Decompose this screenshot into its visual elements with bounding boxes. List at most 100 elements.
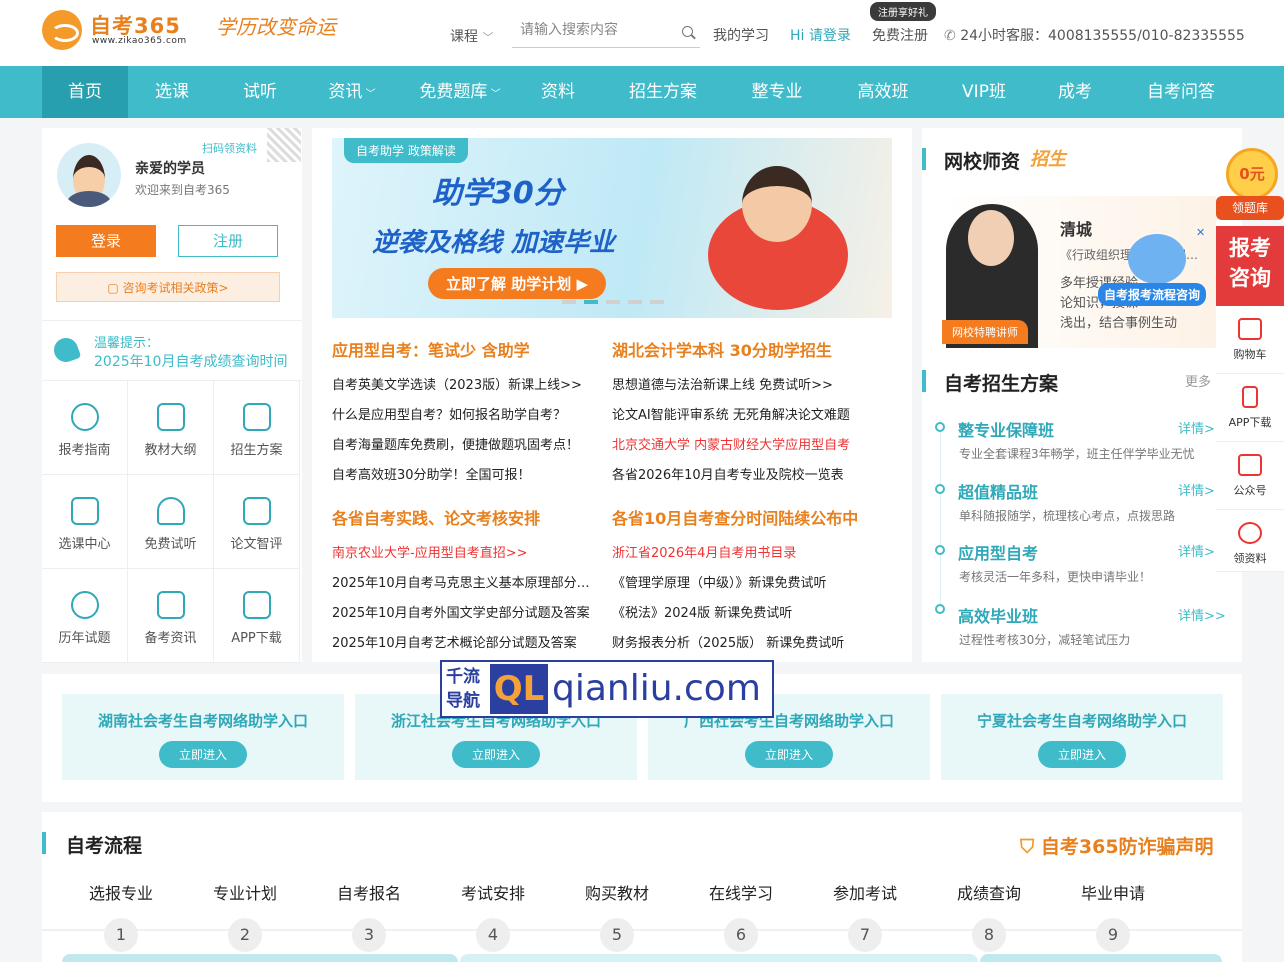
plan-title[interactable]: 超值精品班 — [958, 479, 1038, 503]
recruiting-badge: 招生 — [1030, 149, 1066, 170]
my-study-link[interactable]: 我的学习 — [713, 25, 769, 45]
side-wechat-official[interactable]: 公众号 — [1216, 442, 1284, 510]
quick-link-enrollment[interactable]: 招生方案 — [214, 381, 300, 475]
news-link[interactable]: 2025年10月自考外国文学史部分试题及答案 — [332, 602, 594, 621]
quick-link-guide[interactable]: 报考指南 — [42, 381, 128, 475]
consult-side-button[interactable]: 报考 咨询 — [1216, 226, 1284, 306]
entry-button[interactable]: 立即进入 — [1037, 741, 1126, 768]
news-link[interactable]: 《税法》2024版 新课免费试听 — [612, 602, 874, 621]
entry-card-hunan[interactable]: 湖南社会考生自考网络助学入口 立即进入 — [62, 694, 344, 780]
news-link[interactable]: 北京交通大学 内蒙古财经大学应用型自考 — [612, 434, 874, 453]
course-select[interactable]: 课程 ﹀ — [450, 26, 493, 46]
entry-button[interactable]: 立即进入 — [744, 741, 833, 768]
promo-banner[interactable]: 自考助学 政策解读 助学30分 逆袭及格线 加速毕业 立即了解 助学计划 ▶ — [332, 138, 892, 318]
news-link[interactable]: 论文AI智能评审系统 无死角解决论文难题 — [612, 404, 874, 423]
register-button[interactable]: 注册 — [178, 225, 278, 257]
quick-link-label: 报考指南 — [58, 443, 111, 458]
plan-detail-link[interactable]: 详情>> — [1178, 605, 1226, 624]
step-number: 5 — [600, 918, 634, 952]
quick-link-thesis[interactable]: 论文智评 — [214, 475, 300, 569]
entry-card-ningxia[interactable]: 宁夏社会考生自考网络助学入口 立即进入 — [941, 694, 1223, 780]
process-step[interactable]: 参加考试 7 — [803, 880, 927, 952]
process-step[interactable]: 考试安排 4 — [431, 880, 555, 952]
coupon-button[interactable]: 领题库 — [1216, 196, 1284, 220]
entry-button[interactable]: 立即进入 — [158, 741, 247, 768]
news-link[interactable]: 思想道德与法治新课上线 免费试听>> — [612, 374, 874, 393]
consult-popup[interactable]: 自考报考流程咨询 — [1098, 283, 1207, 306]
login-link[interactable]: Hi 请登录 — [790, 25, 851, 45]
plan-title[interactable]: 高效毕业班 — [958, 603, 1038, 627]
nav-item-enrollment[interactable]: 招生方案 — [614, 66, 712, 118]
nav-item-materials[interactable]: 资料 — [520, 66, 596, 118]
logo-icon[interactable] — [42, 10, 82, 50]
news-heading-3[interactable]: 各省自考实践、论文考核安排 — [332, 505, 540, 529]
coupon-icon[interactable]: 0元 — [1226, 148, 1278, 200]
carousel-dot[interactable] — [650, 300, 664, 304]
process-step[interactable]: 成绩查询 8 — [927, 880, 1051, 952]
news-link[interactable]: 财务报表分析（2025版） 新课免费试听 — [612, 632, 874, 651]
news-link[interactable]: 自考高效班30分助学！全国可报！ — [332, 464, 598, 483]
carousel-dot[interactable] — [628, 300, 642, 304]
register-link[interactable]: 免费注册 — [872, 25, 928, 45]
nav-item-vip[interactable]: VIP班 — [944, 66, 1024, 118]
nav-item-courses[interactable]: 选课 — [134, 66, 210, 118]
nav-item-news[interactable]: 资讯 ﹀ — [314, 66, 390, 118]
news-heading-4[interactable]: 各省10月自考查分时间陆续公布中 — [612, 505, 858, 529]
news-link[interactable]: 2025年10月自考艺术概论部分试题及答案 — [332, 632, 594, 651]
carousel-dot-active[interactable] — [584, 300, 598, 304]
watermark-logo: QL — [490, 664, 548, 714]
nav-item-question-bank[interactable]: 免费题库 ﹀ — [405, 66, 515, 118]
process-step[interactable]: 在线学习 6 — [679, 880, 803, 952]
search-icon[interactable] — [682, 26, 693, 37]
login-button[interactable]: 登录 — [56, 225, 156, 257]
carousel-dot[interactable] — [606, 300, 620, 304]
process-step[interactable]: 毕业申请 9 — [1051, 880, 1175, 952]
process-step[interactable]: 自考报名 3 — [307, 880, 431, 952]
side-cart[interactable]: 购物车 — [1216, 306, 1284, 374]
tip-link[interactable]: 2025年10月自考成绩查询时间 — [94, 351, 287, 371]
news-link[interactable]: 各省2026年10月自考专业及院校一览表 — [612, 464, 874, 483]
plan-title[interactable]: 应用型自考 — [958, 540, 1038, 564]
news-heading-1[interactable]: 应用型自考：笔试少 含助学 — [332, 337, 530, 361]
register-gift-badge: 注册享好礼 — [870, 2, 936, 21]
nav-item-qa[interactable]: 自考问答 — [1130, 66, 1232, 118]
scan-tag[interactable]: 扫码领资料 — [202, 140, 257, 156]
quick-link-past-papers[interactable]: 历年试题 — [42, 569, 128, 663]
qr-code-icon[interactable] — [267, 128, 301, 162]
entry-button[interactable]: 立即进入 — [451, 741, 540, 768]
side-app[interactable]: APP下载 — [1216, 374, 1284, 442]
search-input[interactable] — [520, 22, 670, 38]
consult-policy-button[interactable]: ▢ 咨询考试相关政策> — [56, 272, 280, 302]
nav-item-efficient[interactable]: 高效班 — [836, 66, 930, 118]
process-step[interactable]: 专业计划 2 — [183, 880, 307, 952]
nav-item-adult[interactable]: 成考 — [1040, 66, 1110, 118]
nav-item-home[interactable]: 首页 — [42, 66, 128, 118]
quick-link-free-trial[interactable]: 免费试听 — [128, 475, 214, 569]
news-link[interactable]: 什么是应用型自考？如何报名助学自考？ — [332, 404, 598, 423]
news-link[interactable]: 南京农业大学-应用型自考直招>> — [332, 542, 598, 561]
step-label: 成绩查询 — [956, 884, 1021, 903]
close-icon[interactable]: ✕ — [1196, 226, 1205, 239]
news-link[interactable]: 浙江省2026年4月自考用书目录 — [612, 542, 874, 561]
anti-fraud-link[interactable]: ⛉ 自考365防诈骗声明 — [1020, 832, 1214, 859]
side-label: 购物车 — [1233, 348, 1267, 361]
side-materials[interactable]: 领资料 — [1216, 510, 1284, 572]
quick-link-syllabus[interactable]: 教材大纲 — [128, 381, 214, 475]
process-step[interactable]: 选报专业 1 — [59, 880, 183, 952]
plans-more-link[interactable]: 更多 — [1185, 371, 1211, 390]
quick-link-course-center[interactable]: 选课中心 — [42, 475, 128, 569]
process-step[interactable]: 购买教材 5 — [555, 880, 679, 952]
quick-link-prep-news[interactable]: 备考资讯 — [128, 569, 214, 663]
nav-item-trial[interactable]: 试听 — [222, 66, 298, 118]
news-link[interactable]: 自考英美文学选读（2023版）新课上线>> — [332, 374, 598, 393]
quick-link-app[interactable]: APP下载 — [214, 569, 300, 663]
news-link[interactable]: 自考海量题库免费刷，便捷做题巩固考点！ — [332, 434, 598, 453]
banner-cta-button[interactable]: 立即了解 助学计划 ▶ — [428, 268, 607, 299]
cart-icon — [1238, 318, 1262, 340]
carousel-dot[interactable] — [562, 300, 576, 304]
plan-title[interactable]: 整专业保障班 — [958, 417, 1054, 441]
news-link[interactable]: 《管理学原理（中级）》新课免费试听 — [612, 572, 874, 591]
news-link[interactable]: 2025年10月自考马克思主义基本原理部分试题 — [332, 572, 594, 591]
news-heading-2[interactable]: 湖北会计学本科 30分助学招生 — [612, 337, 832, 361]
nav-item-full-major[interactable]: 整专业 — [730, 66, 824, 118]
